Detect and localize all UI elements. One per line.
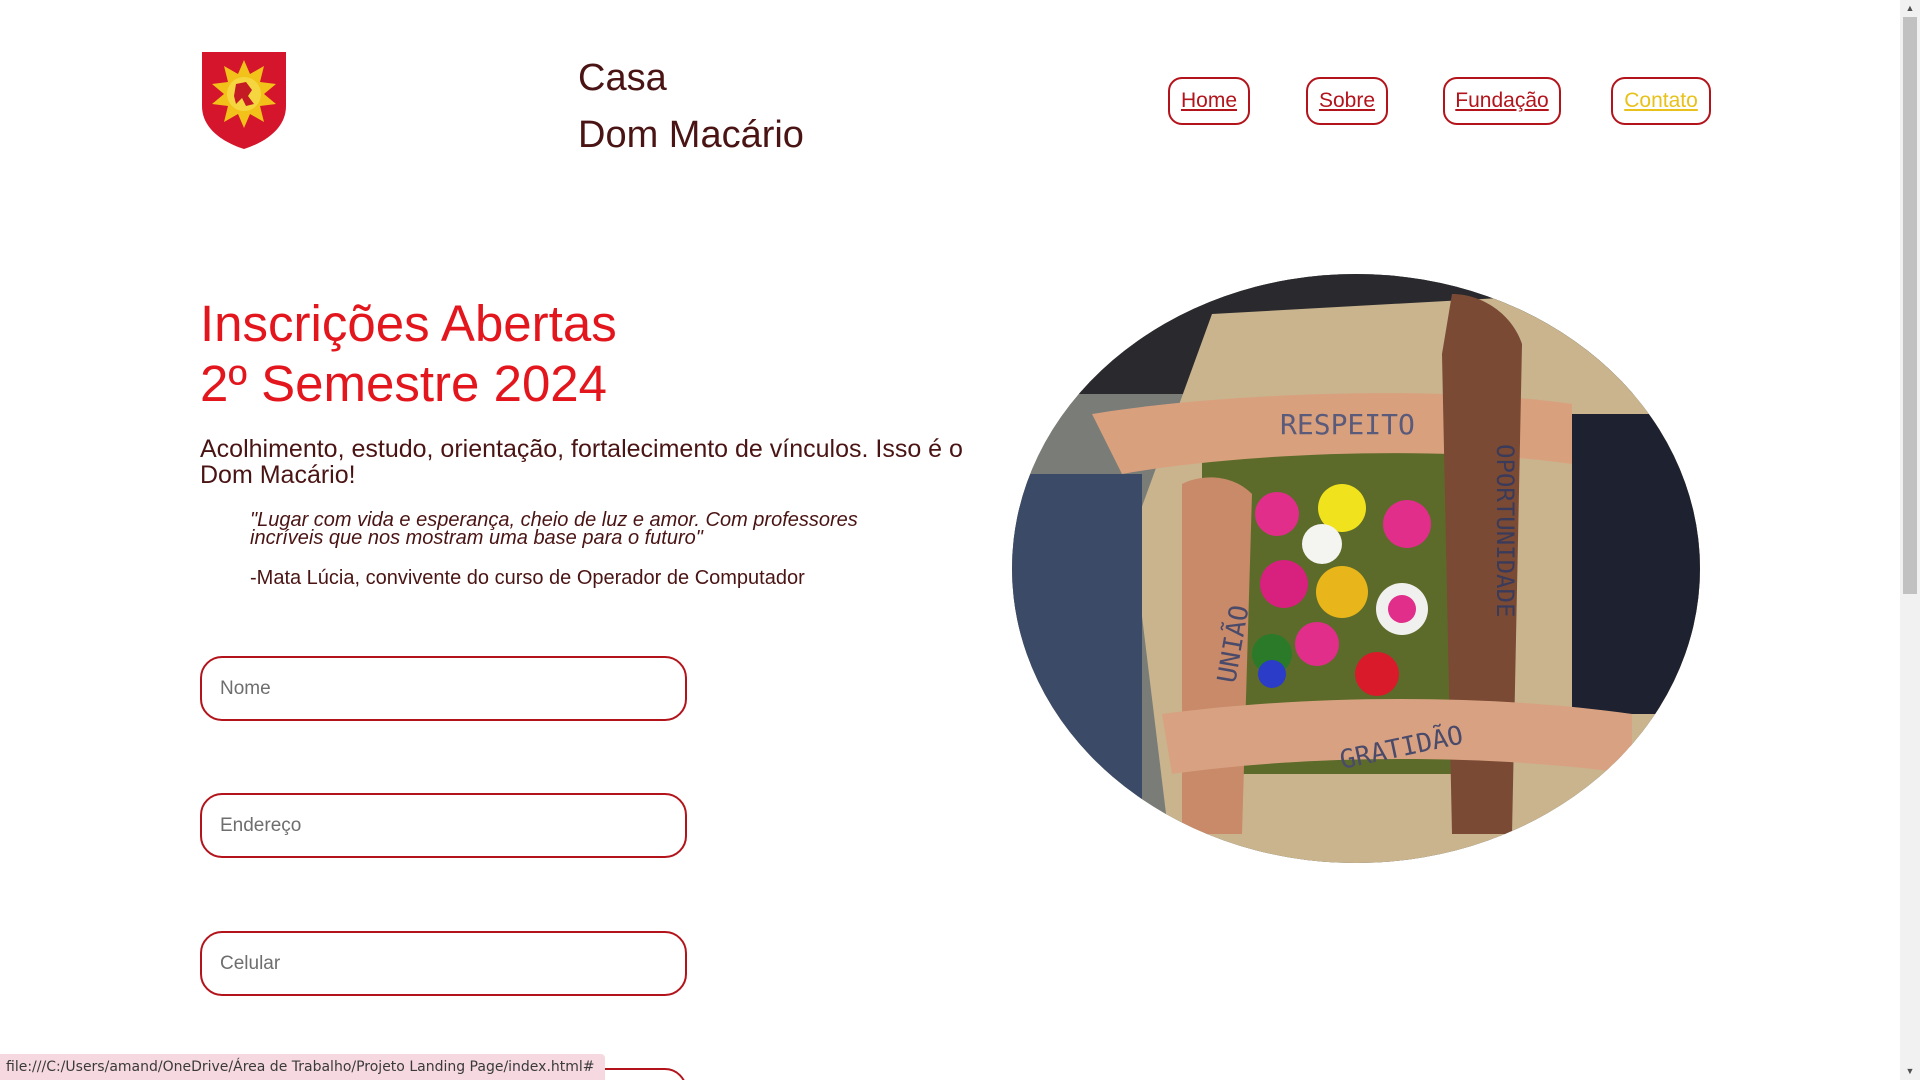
- headline-line-1: Inscrições Abertas: [200, 295, 617, 352]
- crest-logo[interactable]: [200, 50, 288, 150]
- scroll-down-arrow-icon[interactable]: ▼: [1900, 1063, 1920, 1080]
- brand-name: Casa Dom Macário: [578, 50, 804, 164]
- address-input[interactable]: [200, 793, 687, 858]
- crest-icon: [202, 52, 286, 149]
- vertical-scrollbar[interactable]: ▲ ▼: [1900, 0, 1920, 1080]
- nav-contato-button[interactable]: Contato: [1611, 77, 1711, 125]
- hero-subtitle: Acolhimento, estudo, orientação, fortale…: [200, 435, 963, 489]
- hands-photo-illustration: RESPEITO OPORTUNIDADE UNIÃO GRATIDÃO: [1012, 274, 1700, 863]
- testimonial-author: -Mata Lúcia, convivente do curso de Oper…: [250, 567, 805, 589]
- hero-photo: RESPEITO OPORTUNIDADE UNIÃO GRATIDÃO: [1012, 274, 1700, 863]
- photo-word-respeito: RESPEITO: [1280, 408, 1415, 441]
- hero-headline: Inscrições Abertas 2º Semestre 2024: [200, 294, 617, 414]
- brand-line-1: Casa: [578, 57, 667, 99]
- testimonial-quote: "Lugar com vida e esperança, cheio de lu…: [250, 509, 858, 549]
- name-input[interactable]: [200, 656, 687, 721]
- brand-line-2: Dom Macário: [578, 114, 804, 156]
- phone-input[interactable]: [200, 931, 687, 996]
- browser-status-url: file:///C:/Users/amand/OneDrive/Área de …: [0, 1054, 605, 1080]
- scroll-up-arrow-icon[interactable]: ▲: [1900, 0, 1920, 17]
- nav-fundacao-button[interactable]: Fundação: [1443, 77, 1561, 125]
- headline-line-2: 2º Semestre 2024: [200, 355, 608, 412]
- nav-sobre-button[interactable]: Sobre: [1306, 77, 1388, 125]
- landing-page: Casa Dom Macário Home Sobre Fundação Con…: [0, 0, 1920, 1080]
- nav-home-button[interactable]: Home: [1168, 77, 1250, 125]
- photo-word-oportunidade: OPORTUNIDADE: [1491, 444, 1519, 617]
- scrollbar-thumb[interactable]: [1903, 17, 1917, 594]
